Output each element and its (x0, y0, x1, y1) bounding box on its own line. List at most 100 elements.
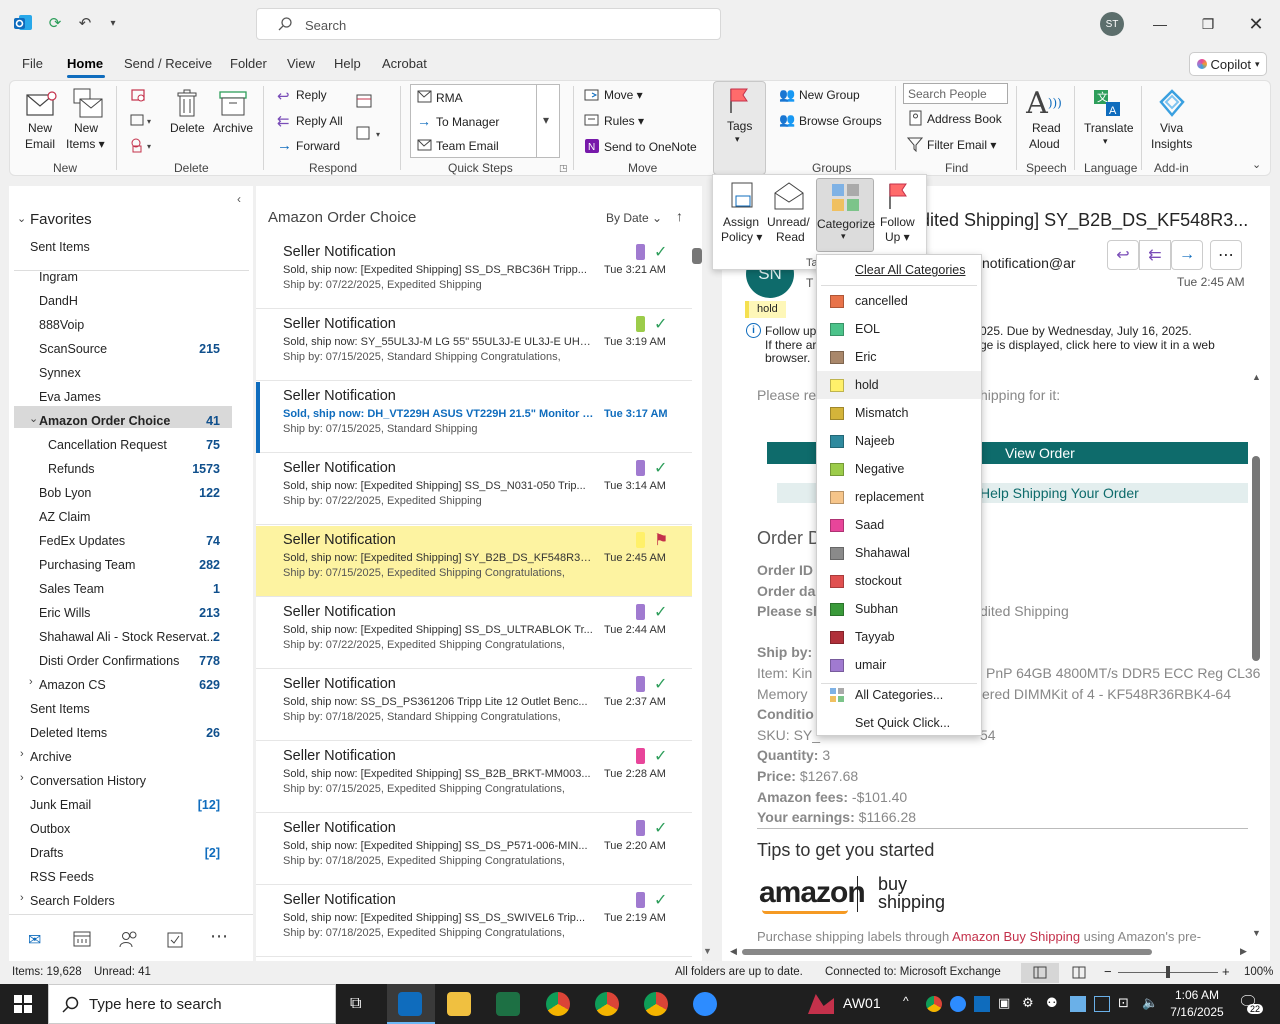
folder-item[interactable]: Junk Email (30, 798, 91, 812)
favorites-header[interactable]: Favorites (30, 211, 92, 228)
category-tag-hold[interactable]: hold (745, 301, 786, 318)
set-quick-click-item[interactable]: Set Quick Click... (855, 716, 950, 730)
category-item-negative[interactable]: Negative (817, 455, 981, 483)
quick-step-team-email[interactable]: Team Email (436, 139, 499, 153)
folder-expand-chevron-icon[interactable]: › (29, 676, 33, 688)
folder-item[interactable]: Bob Lyon (39, 486, 91, 500)
complete-check-icon[interactable]: ✓ (654, 314, 667, 334)
address-book-button[interactable]: Address Book (927, 112, 1002, 126)
favorite-sent-items[interactable]: Sent Items (30, 240, 90, 254)
assign-policy-label-2[interactable]: Policy ▾ (721, 230, 762, 244)
reply-all-pane-button[interactable]: ⇇ (1139, 240, 1171, 270)
category-item-tayyab[interactable]: Tayyab (817, 623, 981, 651)
folder-item[interactable]: RSS Feeds (30, 870, 94, 884)
taskbar-search-box[interactable]: Type here to search (48, 984, 336, 1024)
folder-item[interactable]: Cancellation Request (48, 438, 167, 452)
follow-up-label-1[interactable]: Follow (880, 215, 915, 229)
category-item-najeeb[interactable]: Najeeb (817, 427, 981, 455)
forward-pane-button[interactable]: → (1171, 240, 1203, 270)
taskbar-excel-icon[interactable] (496, 992, 520, 1016)
message-row[interactable]: Seller Notification Sold, ship now: [Expe… (256, 526, 692, 597)
zoom-out-icon[interactable]: − (1104, 964, 1112, 979)
reading-view-icon[interactable] (1072, 966, 1086, 979)
tray-vm-icon[interactable] (1070, 996, 1086, 1012)
message-row[interactable]: Seller Notification Sold, ship now: [Expe… (256, 814, 692, 885)
browse-groups-button[interactable]: Browse Groups (799, 114, 882, 128)
taskbar-zoom-icon[interactable] (693, 992, 717, 1016)
zoom-level[interactable]: 100% (1244, 966, 1273, 978)
tasks-icon[interactable] (166, 930, 184, 948)
info-text-1[interactable]: If there ar (765, 338, 816, 352)
message-row[interactable]: Seller Notification Sold, ship now: [Expe… (256, 598, 692, 669)
folder-item[interactable]: Deleted Items (30, 726, 107, 740)
dialog-launcher-icon[interactable]: ◳ (559, 163, 568, 174)
tray-settings-icon[interactable]: ⚙ (1022, 995, 1034, 1011)
mail-icon[interactable]: ✉ (28, 930, 41, 950)
new-group-button[interactable]: New Group (799, 88, 860, 102)
folder-item[interactable]: Purchasing Team (39, 558, 135, 572)
zoom-in-icon[interactable]: + (1222, 964, 1230, 979)
category-item-cancelled[interactable]: cancelled (817, 287, 981, 315)
undo-icon[interactable]: ↶ (74, 12, 96, 34)
folder-expand-chevron-icon[interactable]: › (20, 772, 24, 784)
more-respond-icon[interactable]: ▾ (356, 125, 380, 141)
folder-item[interactable]: FedEx Updates (39, 534, 125, 548)
tray-network-icon[interactable]: ▣ (998, 995, 1010, 1011)
forward-button[interactable]: Forward (296, 139, 340, 153)
folder-item[interactable]: Amazon Order Choice (39, 414, 170, 428)
menu-acrobat[interactable]: Acrobat (382, 56, 427, 71)
people-icon[interactable] (119, 930, 139, 948)
folder-item[interactable]: Conversation History (30, 774, 146, 788)
clear-all-categories[interactable]: Clear All Categories (855, 263, 965, 277)
all-categories-item[interactable]: All Categories... (855, 688, 943, 702)
meeting-reply-icon[interactable] (356, 93, 372, 109)
list-scroll-down-icon[interactable]: ▼ (703, 946, 712, 956)
category-item-eric[interactable]: Eric (817, 343, 981, 371)
folder-item[interactable]: Sent Items (30, 702, 90, 716)
complete-check-icon[interactable]: ✓ (654, 602, 667, 622)
complete-check-icon[interactable]: ✓ (654, 818, 667, 838)
menu-folder[interactable]: Folder (230, 56, 267, 71)
menu-file[interactable]: File (22, 56, 43, 71)
delete-button[interactable]: Delete (170, 121, 205, 135)
new-email-icon[interactable] (24, 88, 58, 120)
quick-step-rma[interactable]: RMA (436, 91, 463, 105)
taskbar-chrome-icon-2[interactable] (595, 992, 619, 1016)
tray-outlook-icon[interactable] (974, 996, 990, 1012)
unread-read-label-2[interactable]: Read (776, 230, 805, 244)
category-item-saad[interactable]: Saad (817, 511, 981, 539)
message-row[interactable]: Seller Notification Sold, ship now: [Expe… (256, 454, 692, 525)
tray-chrome-icon[interactable] (926, 996, 942, 1012)
zoom-slider-thumb[interactable] (1166, 966, 1170, 978)
avatar[interactable]: ST (1100, 12, 1124, 36)
assign-policy-label-1[interactable]: Assign (723, 215, 759, 229)
complete-check-icon[interactable]: ✓ (654, 674, 667, 694)
more-actions-button[interactable]: ⋯ (1210, 240, 1242, 270)
viva-label-2[interactable]: Insights (1151, 137, 1192, 151)
reading-scrollbar-thumb[interactable] (1252, 456, 1260, 661)
folder-item[interactable]: Outbox (30, 822, 70, 836)
taskbar-clock-date[interactable]: 7/16/2025 (1166, 1005, 1228, 1019)
reading-scroll-up-icon[interactable]: ▲ (1252, 372, 1261, 382)
categorize-button[interactable]: Categorize ▾ (816, 178, 875, 252)
tray-display-icon[interactable] (1094, 996, 1110, 1012)
sender-address[interactable]: notification@ar (982, 255, 1076, 271)
taskbar-outlook-icon[interactable] (398, 992, 422, 1016)
folder-item[interactable]: Archive (30, 750, 72, 764)
task-view-icon[interactable]: ⧉ (350, 995, 361, 1013)
tray-overflow-icon[interactable]: ^ (903, 994, 909, 1008)
unread-read-label-1[interactable]: Unread/ (767, 215, 810, 229)
search-input[interactable]: Search (256, 8, 721, 40)
folder-expand-chevron-icon[interactable]: › (20, 748, 24, 760)
category-item-hold[interactable]: hold (817, 371, 981, 399)
taskbar-chrome-icon-3[interactable] (644, 992, 668, 1016)
quick-steps-expand-icon[interactable]: ▾ (543, 113, 549, 127)
archive-icon[interactable] (217, 86, 249, 120)
menu-help[interactable]: Help (334, 56, 361, 71)
taskbar-explorer-icon[interactable] (447, 992, 471, 1016)
tray-people-icon[interactable]: ⚉ (1046, 995, 1058, 1011)
folder-item[interactable]: Synnex (39, 366, 81, 380)
translate-button[interactable]: Translate (1084, 121, 1134, 135)
category-item-stockout[interactable]: stockout (817, 567, 981, 595)
read-aloud-icon[interactable]: A))) (1026, 86, 1062, 121)
